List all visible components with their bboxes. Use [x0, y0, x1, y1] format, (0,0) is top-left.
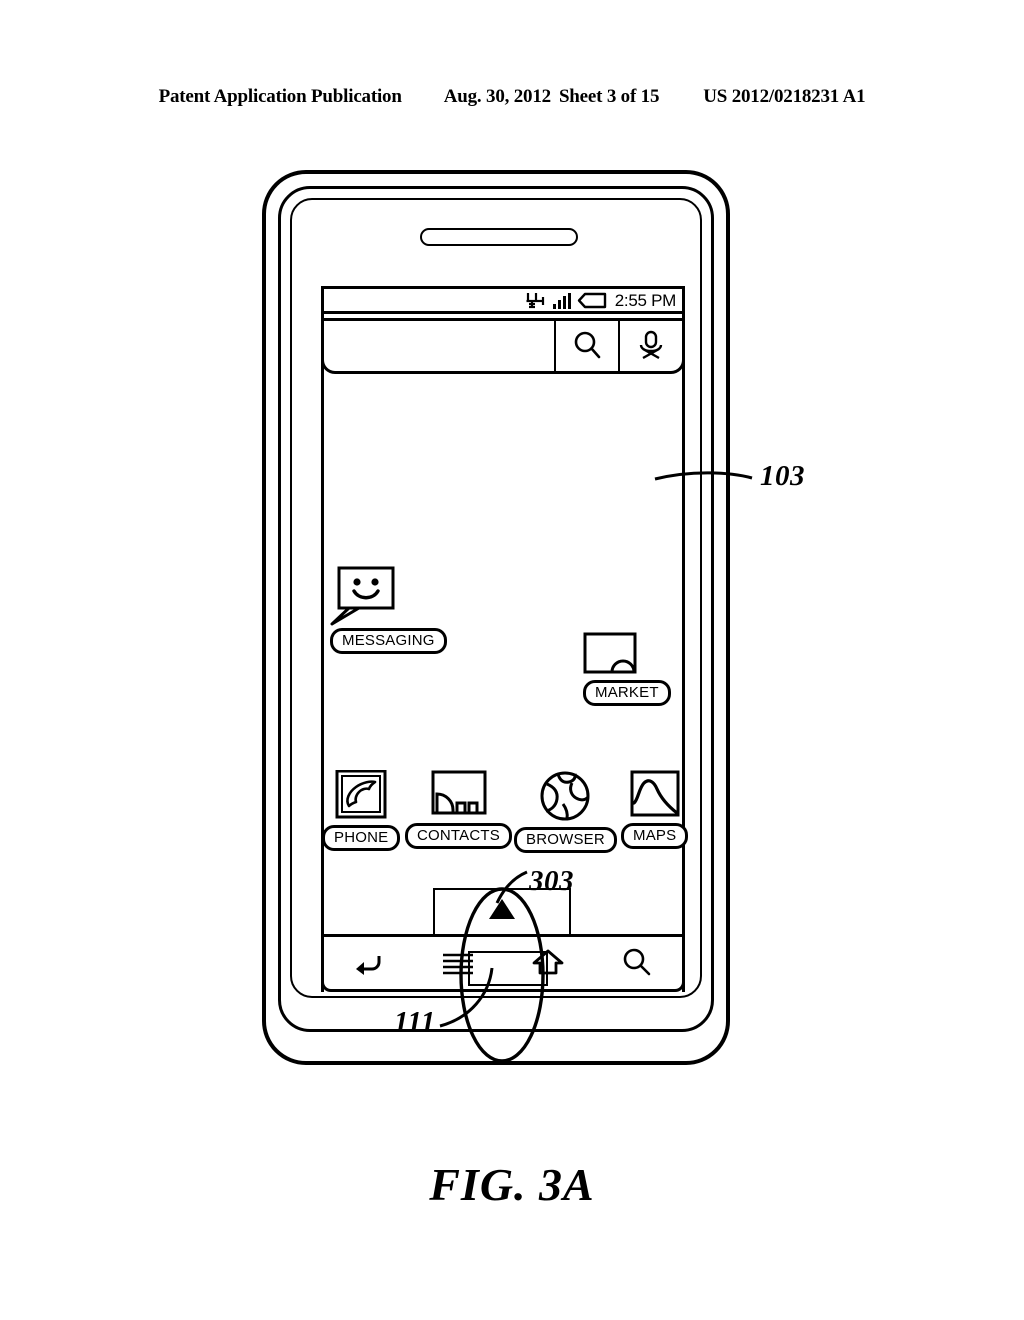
patent-header: Patent Application Publication Aug. 30, … — [0, 86, 1024, 108]
figure-caption: FIG. 3A — [429, 1159, 595, 1210]
app-icon-market[interactable]: MARKET — [583, 632, 671, 707]
app-icon-contacts[interactable]: CONTACTS — [405, 770, 512, 850]
nav-back-button[interactable] — [324, 948, 414, 978]
battery-icon — [577, 292, 606, 309]
app-label-messaging: MESSAGING — [330, 628, 447, 655]
signal-bars-icon — [552, 293, 571, 309]
search-widget-search-button[interactable] — [554, 321, 618, 371]
search-input[interactable] — [324, 321, 554, 371]
nav-search-button[interactable] — [593, 946, 683, 980]
app-icon-maps[interactable]: MAPS — [621, 770, 689, 850]
market-bag-icon — [583, 632, 637, 674]
search-widget-voice-button[interactable] — [618, 321, 682, 371]
patent-number: US 2012/0218231 A1 — [703, 86, 866, 107]
status-bar-time: 2:55 PM — [614, 290, 677, 310]
publication-label: Patent Application Publication — [158, 86, 402, 107]
contacts-icon — [431, 770, 486, 815]
search-magnifier-icon — [623, 948, 651, 976]
app-label-market: MARKET — [583, 680, 671, 707]
reference-numeral-303: 303 — [529, 865, 574, 897]
reference-numeral-111: 111 — [394, 1006, 436, 1038]
status-icon-group — [525, 290, 607, 310]
earpiece-speaker-grille — [420, 228, 578, 246]
reference-numeral-103: 103 — [760, 460, 805, 492]
sheet-number: Sheet 3 of 15 — [558, 86, 660, 107]
nav-bar-highlight-box — [468, 951, 548, 986]
app-label-contacts: CONTACTS — [405, 823, 512, 850]
microphone-icon — [639, 330, 663, 360]
app-label-browser: BROWSER — [514, 827, 617, 854]
app-icon-messaging[interactable]: MESSAGING — [327, 566, 447, 655]
status-bar: 2:55 PM — [321, 286, 685, 314]
app-icon-phone[interactable]: PHONE — [322, 770, 401, 852]
phone-handset-icon — [335, 770, 387, 819]
up-triangle-icon — [489, 899, 515, 919]
publication-date: Aug. 30, 2012 — [443, 86, 551, 107]
app-label-phone: PHONE — [322, 825, 401, 852]
network-icon — [526, 293, 544, 309]
message-bubble-icon — [330, 566, 395, 626]
app-label-maps: MAPS — [621, 823, 689, 850]
app-icon-browser[interactable]: BROWSER — [514, 770, 617, 854]
globe-icon — [540, 771, 590, 821]
magnifier-icon — [574, 331, 601, 359]
map-icon — [630, 770, 680, 817]
back-arrow-icon — [355, 956, 381, 975]
search-widget[interactable] — [321, 318, 685, 374]
